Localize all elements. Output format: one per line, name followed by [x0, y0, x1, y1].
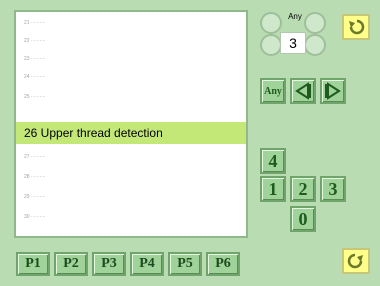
selector-circle[interactable]: [304, 34, 326, 56]
right-arrow-icon: [325, 82, 341, 100]
selector-value-box[interactable]: 3: [280, 32, 306, 54]
page-button-p4[interactable]: P4: [130, 252, 164, 276]
page-button-p1[interactable]: P1: [16, 252, 50, 276]
key-3[interactable]: 3: [320, 176, 346, 202]
list-item[interactable]: 23 - - - - -: [16, 52, 246, 66]
left-arrow-icon: [295, 82, 311, 100]
selector-circle[interactable]: [260, 34, 282, 56]
page-label: P1: [25, 256, 41, 271]
key-3-label: 3: [328, 178, 338, 199]
page-button-p3[interactable]: P3: [92, 252, 126, 276]
prev-button[interactable]: [290, 78, 316, 104]
list-item[interactable]: 29 - - - - -: [16, 190, 246, 204]
key-2-label: 2: [298, 178, 308, 199]
key-4[interactable]: 4: [260, 148, 286, 174]
key-4-label: 4: [268, 150, 278, 171]
list-item[interactable]: 30 - - - - -: [16, 210, 246, 224]
key-1[interactable]: 1: [260, 176, 286, 202]
key-0-label: 0: [298, 208, 308, 229]
next-button[interactable]: [320, 78, 346, 104]
list-item[interactable]: 24 - - - - -: [16, 70, 246, 84]
item-list-panel: 21 - - - - - 22 - - - - - 23 - - - - - 2…: [14, 10, 248, 238]
page-button-p2[interactable]: P2: [54, 252, 88, 276]
any-button[interactable]: Any: [260, 78, 286, 104]
page-button-p6[interactable]: P6: [206, 252, 240, 276]
selector-value: 3: [289, 35, 297, 51]
page-label: P6: [215, 256, 231, 271]
key-2[interactable]: 2: [290, 176, 316, 202]
return-button-top[interactable]: [342, 14, 370, 40]
list-item[interactable]: 27 - - - - -: [16, 150, 246, 164]
selector-circle[interactable]: [260, 12, 282, 34]
list-item-selected[interactable]: 26 Upper thread detection: [16, 122, 246, 144]
page-button-p5[interactable]: P5: [168, 252, 202, 276]
page-label: P2: [63, 256, 79, 271]
list-item[interactable]: 28 - - - - -: [16, 170, 246, 184]
return-arrow-icon: [349, 19, 365, 35]
return-arrow-icon: [347, 253, 363, 269]
list-item[interactable]: 21 - - - - -: [16, 16, 246, 30]
return-button-bottom[interactable]: [342, 248, 370, 274]
list-item[interactable]: 22 - - - - -: [16, 34, 246, 48]
page-label: P3: [101, 256, 117, 271]
key-1-label: 1: [268, 178, 278, 199]
page-label: P5: [177, 256, 193, 271]
key-0[interactable]: 0: [290, 206, 316, 232]
selector-any-label: Any: [288, 12, 302, 21]
list-item[interactable]: 25 - - - - -: [16, 90, 246, 104]
page-label: P4: [139, 256, 155, 271]
any-button-label: Any: [264, 85, 282, 97]
